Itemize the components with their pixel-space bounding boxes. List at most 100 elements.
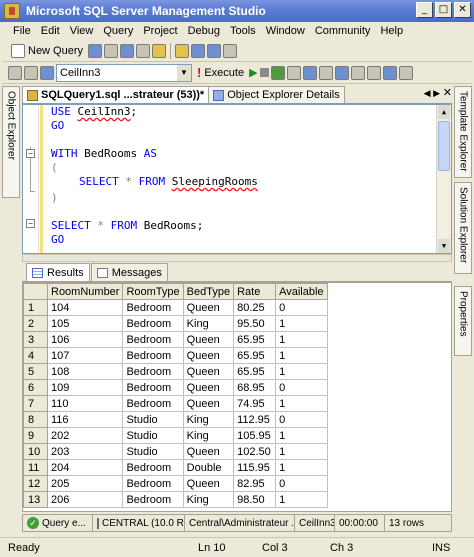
table-row[interactable]: 12 205 Bedroom Queen 82.95 0 (23, 475, 328, 492)
table-row[interactable]: 1 104 Bedroom Queen 80.25 0 (23, 299, 328, 316)
table-row[interactable]: 11 204 Bedroom Double 115.95 1 (23, 459, 328, 476)
table-cell[interactable]: 116 (46, 411, 124, 428)
database-engine-query-icon[interactable] (88, 43, 103, 58)
table-cell[interactable]: 105.95 (233, 427, 277, 444)
table-cell[interactable]: 68.95 (233, 379, 277, 396)
table-cell[interactable]: 1 (275, 443, 328, 460)
table-cell[interactable]: 102.50 (233, 443, 277, 460)
table-cell[interactable]: Bedroom (122, 315, 184, 332)
table-cell[interactable]: 206 (46, 491, 124, 508)
table-row[interactable]: 2 105 Bedroom King 95.50 1 (23, 315, 328, 332)
tab-sqlquery1[interactable]: SQLQuery1.sql ...strateur (53))* (22, 86, 210, 103)
column-header[interactable]: Rate (233, 283, 277, 300)
results-grid[interactable]: RoomNumber RoomType BedType Rate Availab… (22, 282, 452, 512)
debug-play-icon[interactable]: ▶ (249, 66, 257, 79)
table-cell[interactable]: 65.95 (233, 347, 277, 364)
minimize-button[interactable]: _ (416, 2, 433, 18)
close-icon[interactable]: ✕ (443, 86, 452, 99)
table-cell[interactable]: Studio (122, 411, 184, 428)
table-row[interactable]: 13 206 Bedroom King 98.50 1 (23, 491, 328, 508)
table-cell[interactable]: 109 (46, 379, 124, 396)
table-cell[interactable]: King (182, 491, 235, 508)
scroll-down-icon[interactable]: ▼ (438, 239, 450, 253)
table-cell[interactable]: Bedroom (122, 299, 184, 316)
splitter[interactable] (22, 254, 452, 262)
xmla-query-icon[interactable] (152, 43, 167, 58)
table-cell[interactable]: 65.95 (233, 331, 277, 348)
query-options-icon[interactable] (318, 65, 333, 80)
scroll-up-icon[interactable]: ▲ (438, 105, 450, 119)
scroll-thumb[interactable] (438, 121, 450, 171)
column-header[interactable]: Available (275, 283, 328, 300)
row-number[interactable]: 8 (23, 411, 48, 428)
open-file-icon[interactable] (175, 43, 190, 58)
table-cell[interactable]: 1 (275, 347, 328, 364)
table-cell[interactable]: Queen (182, 331, 235, 348)
table-cell[interactable]: 108 (46, 363, 124, 380)
row-number[interactable]: 11 (23, 459, 48, 476)
maximize-button[interactable]: □ (435, 2, 452, 18)
column-header[interactable]: BedType (182, 283, 235, 300)
table-cell[interactable]: 106 (46, 331, 124, 348)
tab-scroll-icon[interactable]: ◀ ▶ (424, 88, 440, 99)
database-select[interactable]: CeilInn3 ▼ (56, 63, 192, 82)
table-cell[interactable]: Bedroom (122, 491, 184, 508)
analysis-query-icon[interactable] (104, 43, 119, 58)
results-to-file-icon[interactable] (366, 65, 381, 80)
table-cell[interactable]: 74.95 (233, 395, 277, 412)
table-cell[interactable]: 203 (46, 443, 124, 460)
table-cell[interactable]: 1 (275, 331, 328, 348)
table-row[interactable]: 5 108 Bedroom Queen 65.95 1 (23, 363, 328, 380)
table-cell[interactable]: 204 (46, 459, 124, 476)
mdx-query-icon[interactable] (120, 43, 135, 58)
table-cell[interactable]: 1 (275, 363, 328, 380)
close-button[interactable]: ✕ (454, 2, 471, 18)
collapse-icon[interactable]: − (26, 149, 35, 158)
tab-results[interactable]: Results (26, 263, 90, 281)
table-cell[interactable]: Bedroom (122, 363, 184, 380)
menu-debug[interactable]: Debug (183, 25, 225, 37)
table-cell[interactable]: Bedroom (122, 379, 184, 396)
menu-edit[interactable]: Edit (36, 25, 65, 37)
menu-help[interactable]: Help (375, 25, 408, 37)
change-connection-icon[interactable] (40, 65, 54, 80)
table-cell[interactable]: Queen (182, 347, 235, 364)
tab-messages[interactable]: Messages (90, 263, 168, 281)
table-row[interactable]: 9 202 Studio King 105.95 1 (23, 427, 328, 444)
row-number[interactable]: 9 (23, 427, 48, 444)
table-cell[interactable]: Queen (182, 299, 235, 316)
table-cell[interactable]: 1 (275, 427, 328, 444)
table-cell[interactable]: 80.25 (233, 299, 277, 316)
table-cell[interactable]: 95.50 (233, 315, 277, 332)
menu-file[interactable]: File (8, 25, 36, 37)
table-cell[interactable]: 104 (46, 299, 124, 316)
uncomment-icon[interactable] (398, 65, 413, 80)
dmx-query-icon[interactable] (136, 43, 151, 58)
connect-icon[interactable] (8, 65, 22, 80)
table-cell[interactable]: 1 (275, 395, 328, 412)
row-number[interactable]: 13 (23, 491, 48, 508)
row-number[interactable]: 6 (23, 379, 48, 396)
new-query-button[interactable]: New Query (8, 42, 86, 60)
table-cell[interactable]: 1 (275, 315, 328, 332)
menu-view[interactable]: View (65, 25, 99, 37)
save-all-icon[interactable] (207, 43, 222, 58)
table-cell[interactable]: King (182, 315, 235, 332)
table-cell[interactable]: Studio (122, 443, 184, 460)
table-cell[interactable]: 0 (275, 299, 328, 316)
table-cell[interactable]: 65.95 (233, 363, 277, 380)
table-cell[interactable]: 112.95 (233, 411, 277, 428)
disconnect-icon[interactable] (24, 65, 38, 80)
editor-vertical-scrollbar[interactable]: ▲ ▼ (436, 105, 451, 253)
table-row[interactable]: 4 107 Bedroom Queen 65.95 1 (23, 347, 328, 364)
chevron-down-icon[interactable]: ▼ (177, 64, 191, 81)
menu-community[interactable]: Community (310, 25, 376, 37)
table-cell[interactable]: 0 (275, 475, 328, 492)
cancel-query-icon[interactable] (259, 68, 269, 77)
object-explorer-tab[interactable]: Object Explorer (2, 86, 20, 198)
table-cell[interactable]: 98.50 (233, 491, 277, 508)
collapse-icon[interactable]: − (26, 219, 35, 228)
row-number[interactable]: 7 (23, 395, 48, 412)
parse-icon[interactable] (270, 65, 285, 80)
row-number[interactable]: 5 (23, 363, 48, 380)
